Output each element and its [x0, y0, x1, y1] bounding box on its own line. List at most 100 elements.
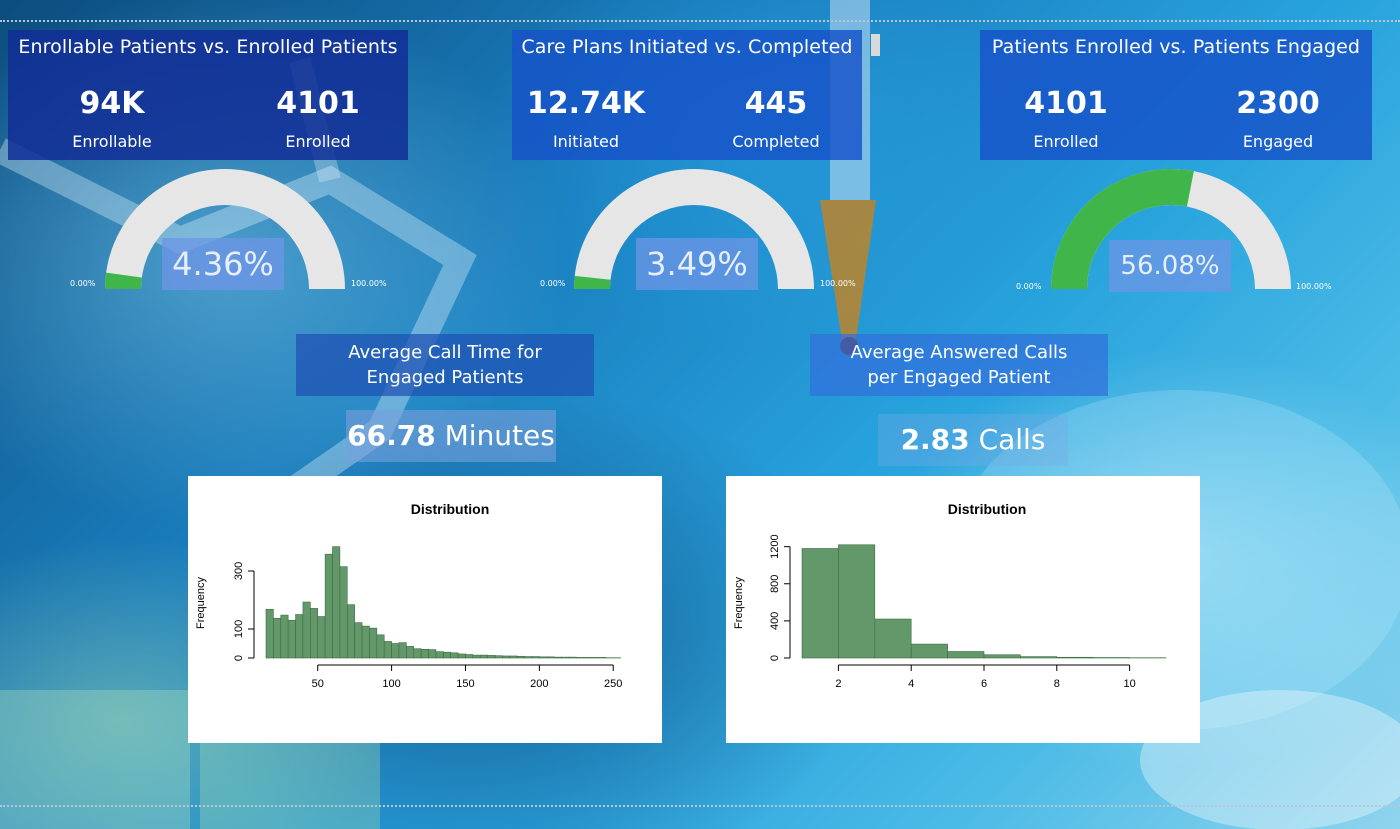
kpi-left-label: Enrolled [1033, 132, 1099, 151]
histogram-bar [494, 655, 503, 659]
histogram-bar [280, 614, 289, 659]
histogram-bar [332, 546, 341, 659]
histogram-bar [273, 617, 282, 659]
x-tick-label: 4 [908, 678, 914, 690]
histogram-bar [265, 608, 274, 659]
kpi-card-care-plans: Care Plans Initiated vs. Completed 12.74… [512, 30, 862, 160]
histogram-bar [287, 620, 296, 659]
metric-value-call-time: 66.78 Minutes [346, 410, 556, 462]
histogram-bar [575, 657, 584, 659]
histogram-bar [339, 566, 348, 659]
histogram-bar [546, 656, 555, 659]
histogram-bar [838, 544, 876, 659]
chart-title: Distribution [411, 501, 490, 517]
y-tick-label: 400 [769, 612, 781, 630]
metric-title-line: Engaged Patients [366, 367, 524, 388]
y-tick-label: 800 [769, 575, 781, 593]
histogram-bar [561, 656, 570, 659]
histogram-bar [983, 654, 1021, 659]
gauge-min-label: 0.00% [540, 279, 566, 288]
kpi-left-value: 4101 [1024, 86, 1108, 121]
x-tick-label: 250 [604, 678, 622, 690]
gauge-value: 3.49% [636, 238, 758, 290]
histogram-bar [391, 643, 400, 659]
histogram-bar [435, 651, 444, 659]
histogram-bar [324, 553, 333, 659]
x-tick-label: 6 [981, 678, 987, 690]
histogram-bar [539, 656, 548, 659]
histogram-bar [910, 643, 948, 659]
y-axis-label: Frequency [195, 577, 207, 629]
kpi-left-label: Enrollable [72, 132, 152, 151]
histogram-bar [553, 656, 562, 659]
metric-title-call-time: Average Call Time for Engaged Patients [296, 334, 594, 396]
histogram-bar [310, 608, 319, 659]
histogram-call-time: Distribution Frequency 50 100 150 200 250 0 100 3… [188, 476, 662, 743]
gauge-max-label: 100.00% [351, 279, 387, 288]
histogram-bar [598, 657, 607, 659]
histogram-bar [398, 642, 407, 659]
kpi-left-value: 12.74K [526, 86, 646, 121]
histogram-bar [428, 649, 437, 659]
y-tick-label: 300 [233, 562, 245, 580]
histogram-bar [479, 654, 488, 659]
histogram-bar [346, 604, 355, 659]
histogram-bar [413, 648, 422, 659]
y-axis-label: Frequency [733, 577, 745, 629]
gauge-min-label: 0.00% [70, 279, 96, 288]
gauge-max-label: 100.00% [820, 279, 856, 288]
x-tick-label: 10 [1123, 678, 1135, 690]
histogram-bar [1020, 656, 1058, 659]
histogram-bar [524, 656, 533, 659]
histogram-bar [947, 651, 985, 659]
kpi-left-value: 94K [79, 86, 145, 121]
metric-title-answered-calls: Average Answered Calls per Engaged Patie… [810, 334, 1108, 396]
histogram-bar [590, 657, 599, 659]
kpi-left-label: Initiated [552, 132, 620, 151]
x-tick-label: 2 [835, 678, 841, 690]
histogram-bar [361, 625, 370, 659]
chart-title: Distribution [948, 501, 1027, 517]
x-tick-label: 100 [382, 678, 400, 690]
histogram-bar [354, 622, 363, 659]
histogram-bar [406, 646, 415, 659]
y-tick-label: 0 [769, 655, 781, 661]
histogram-bar [383, 641, 392, 659]
kpi-card-engaged: Patients Enrolled vs. Patients Engaged 4… [980, 30, 1372, 160]
histogram-bar [443, 651, 451, 659]
histogram-bar [465, 654, 474, 659]
kpi-right-label: Completed [732, 132, 820, 151]
gauge-min-label: 0.00% [1016, 282, 1042, 291]
metric-unit: Minutes [444, 419, 555, 452]
metric-unit: Calls [978, 423, 1046, 456]
y-tick-label: 1200 [769, 534, 781, 558]
kpi-card-enrollable: Enrollable Patients vs. Enrolled Patient… [8, 30, 408, 160]
y-tick-label: 100 [233, 620, 245, 638]
metric-number: 66.78 [347, 419, 436, 452]
histogram-bar [457, 653, 466, 659]
histogram-bar [531, 656, 540, 659]
metric-number: 2.83 [900, 423, 970, 456]
kpi-title: Enrollable Patients vs. Enrolled Patient… [18, 36, 398, 58]
histogram-bar [376, 634, 385, 659]
metric-value-answered-calls: 2.83 Calls [878, 414, 1068, 466]
histogram-bar [502, 655, 511, 659]
x-tick-label: 200 [530, 678, 548, 690]
histogram-bar [295, 614, 304, 659]
gauge-value: 4.36% [162, 238, 284, 290]
x-tick-label: 50 [312, 678, 324, 690]
gauge-max-label: 100.00% [1296, 282, 1332, 291]
histogram-bar [317, 616, 326, 659]
histogram-bar [568, 656, 577, 659]
histogram-bar [472, 654, 481, 659]
top-divider [0, 20, 1400, 22]
metric-title-line: Average Call Time for [348, 342, 542, 363]
kpi-title: Care Plans Initiated vs. Completed [521, 36, 853, 58]
gauge-value: 56.08% [1109, 240, 1231, 292]
histogram-bar [302, 601, 311, 659]
kpi-right-value: 4101 [276, 86, 360, 121]
histogram-bar [801, 548, 839, 659]
x-tick-label: 150 [456, 678, 474, 690]
histogram-bar [509, 655, 518, 659]
metric-title-line: Average Answered Calls [850, 342, 1068, 363]
